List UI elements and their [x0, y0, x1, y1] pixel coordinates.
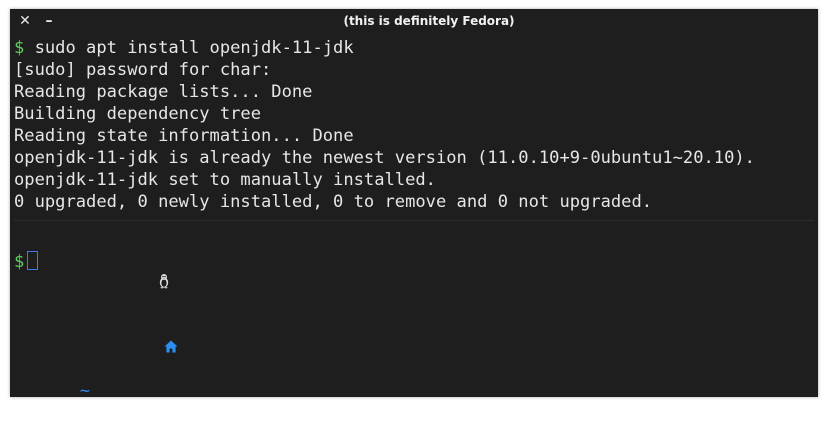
- text-cursor: [27, 251, 39, 270]
- prompt-separator: [14, 213, 814, 221]
- output-line: openjdk-11-jdk is already the newest ver…: [14, 148, 755, 168]
- output-line: Reading package lists... Done: [14, 82, 313, 102]
- title-bar[interactable]: ✕ – (this is definitely Fedora): [10, 9, 818, 33]
- output-line: Building dependency tree: [14, 104, 261, 124]
- terminal-output[interactable]: $ sudo apt install openjdk-11-jdk [sudo]…: [14, 37, 814, 401]
- command-line: $ sudo apt install openjdk-11-jdk: [14, 37, 814, 59]
- home-icon: [82, 315, 178, 353]
- terminal-window: ✕ – (this is definitely Fedora) $ sudo a…: [10, 9, 818, 401]
- linux-penguin-icon: [76, 251, 169, 289]
- output-line: [sudo] password for char:: [14, 60, 272, 80]
- input-prompt-line[interactable]: $: [14, 251, 814, 273]
- command-text: sudo apt install openjdk-11-jdk: [24, 38, 354, 58]
- output-line: Reading state information... Done: [14, 126, 354, 146]
- status-prompt-line: ~: [14, 229, 814, 401]
- prompt-symbol: $: [14, 252, 25, 272]
- output-line: openjdk-11-jdk set to manually installed…: [14, 170, 436, 190]
- prompt-symbol: $: [14, 38, 25, 58]
- window-title: (this is definitely Fedora): [343, 14, 515, 28]
- current-path: ~: [79, 381, 91, 401]
- output-line: 0 upgraded, 0 newly installed, 0 to remo…: [14, 192, 653, 212]
